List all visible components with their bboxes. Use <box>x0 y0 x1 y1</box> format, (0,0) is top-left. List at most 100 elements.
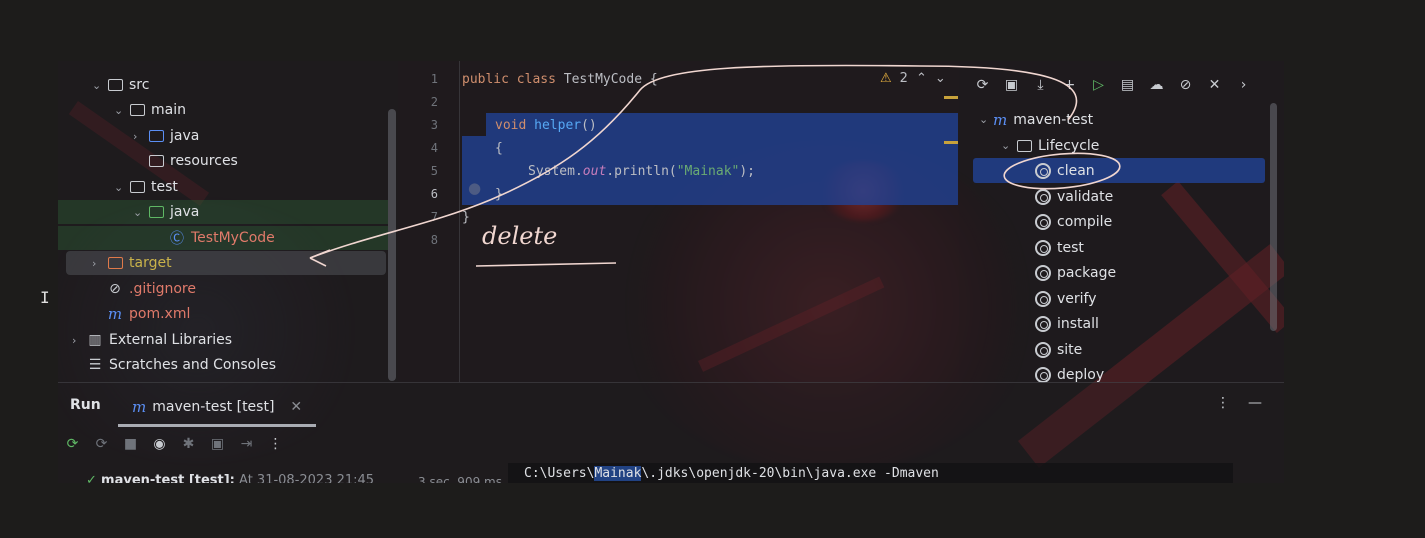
line-number: 4 <box>430 141 438 155</box>
maven-goal-compile[interactable]: compile <box>1035 209 1112 234</box>
maven-toolbar: ⟳ ▣ ⤓ + ▷ ▤ ☁ ⊘ ✕ › <box>973 71 1253 99</box>
chevron-down-icon[interactable]: ⌄ <box>1001 139 1015 152</box>
folder-icon <box>1015 139 1033 153</box>
run-tab-maven-test[interactable]: m maven-test [test] ✕ <box>118 389 317 427</box>
folder-icon <box>106 78 124 92</box>
class-icon: Ⓒ <box>170 231 184 247</box>
chevron-down-icon[interactable]: ⌄ <box>114 104 128 117</box>
line-number: 1 <box>430 72 438 86</box>
maven-goal-site[interactable]: site <box>1035 337 1082 362</box>
skip-tests-icon[interactable]: ⊘ <box>1176 76 1195 95</box>
chevron-down-icon[interactable]: ⌄ <box>935 71 946 86</box>
tree-item-main-java[interactable]: › java <box>133 124 199 148</box>
rerun-failed-icon[interactable]: ⟳ <box>93 435 110 452</box>
minimize-icon[interactable]: — <box>1248 395 1262 411</box>
tree-item-testmycode[interactable]: Ⓒ TestMyCode <box>58 226 388 250</box>
tree-item-test[interactable]: ⌄ test <box>114 175 178 199</box>
gear-icon <box>1035 366 1051 383</box>
gear-icon <box>1035 341 1051 358</box>
chevron-right-icon[interactable]: › <box>92 257 106 270</box>
maven-tool-window: ⟳ ▣ ⤓ + ▷ ▤ ☁ ⊘ ✕ › ⌄ m maven-test ⌄ Lif… <box>959 61 1284 383</box>
gear-icon <box>1035 315 1051 332</box>
tree-item-resources[interactable]: resources <box>147 149 238 173</box>
gear-icon <box>1035 239 1051 256</box>
more-icon[interactable]: › <box>1234 76 1253 95</box>
maven-icon: m <box>993 110 1008 129</box>
chevron-down-icon[interactable]: ⌄ <box>92 79 106 92</box>
chevron-down-icon[interactable]: ⌄ <box>133 206 147 219</box>
line-number: 2 <box>430 95 438 109</box>
line-gutter: 1 2 3 4 5 6 7 8 ● <box>398 61 481 382</box>
warning-count: 2 <box>899 71 908 86</box>
folder-icon <box>128 180 146 194</box>
tree-item-pom[interactable]: m pom.xml <box>106 302 190 326</box>
warning-marker[interactable] <box>944 96 958 99</box>
line-number: 8 <box>430 233 438 247</box>
tree-item-external-libraries[interactable]: › ▥ External Libraries <box>72 328 232 352</box>
chevron-down-icon[interactable]: ⌄ <box>114 181 128 194</box>
maven-goal-validate[interactable]: validate <box>1035 184 1113 209</box>
run-tool-window: Run m maven-test [test] ✕ ⋮ — ⟳ ⟳ ■ ◉ ✱ … <box>58 382 1284 483</box>
code-line-5: System.out.println("Mainak"); <box>528 164 756 179</box>
debug-icon[interactable]: ✱ <box>180 435 197 452</box>
tree-item-gitignore[interactable]: ⊘ .gitignore <box>106 277 196 301</box>
collapse-icon[interactable]: ✕ <box>1205 76 1224 95</box>
tree-item-target[interactable]: › target <box>66 251 386 275</box>
close-icon[interactable]: ✕ <box>290 399 302 415</box>
ignored-file-icon: ⊘ <box>109 281 121 297</box>
chevron-down-icon[interactable]: ⌄ <box>979 113 993 126</box>
chevron-up-icon[interactable]: ⌃ <box>916 71 927 86</box>
text-cursor-icon: I <box>40 288 50 307</box>
maven-goal-clean[interactable]: clean <box>973 158 1265 183</box>
more-icon[interactable]: ⋮ <box>267 435 284 452</box>
tree-item-src[interactable]: ⌄ src <box>92 73 149 97</box>
tree-item-scratches[interactable]: ☰ Scratches and Consoles <box>86 353 276 377</box>
more-options-icon[interactable]: ⋮ <box>1216 395 1230 411</box>
warning-marker[interactable] <box>944 141 958 144</box>
warning-icon: ⚠ <box>880 71 892 86</box>
maven-goal-package[interactable]: package <box>1035 260 1116 285</box>
code-line-4: { <box>495 141 503 156</box>
gear-icon <box>1035 264 1051 281</box>
line-number: 6 <box>430 187 438 201</box>
add-project-icon[interactable]: ▣ <box>1002 76 1021 95</box>
maven-goal-install[interactable]: install <box>1035 311 1099 336</box>
line-number: 3 <box>430 118 438 132</box>
tree-scrollbar[interactable] <box>388 109 396 381</box>
code-editor[interactable]: 1 2 3 4 5 6 7 8 ● public class TestMyCod… <box>398 61 959 382</box>
gear-icon <box>1035 162 1051 179</box>
libraries-icon: ▥ <box>88 332 102 348</box>
run-icon[interactable]: ▷ <box>1089 76 1108 95</box>
maven-goal-verify[interactable]: verify <box>1035 286 1097 311</box>
gear-icon <box>1035 213 1051 230</box>
download-icon[interactable]: ⤓ <box>1031 76 1050 95</box>
stop-icon[interactable]: ■ <box>122 435 139 452</box>
offline-icon[interactable]: ☁ <box>1147 76 1166 95</box>
maven-lifecycle-node[interactable]: ⌄ Lifecycle <box>1001 133 1099 158</box>
camera-icon[interactable]: ▣ <box>209 435 226 452</box>
maven-scrollbar[interactable] <box>1270 103 1277 331</box>
code-line-7: } <box>462 210 470 225</box>
run-tree-item[interactable]: ✓ maven-test [test]: At 31-08-2023 21:45 <box>86 473 374 483</box>
maven-icon: m <box>132 397 147 416</box>
reload-icon[interactable]: ⟳ <box>973 76 992 95</box>
chevron-right-icon[interactable]: › <box>72 334 86 347</box>
tree-item-main[interactable]: ⌄ main <box>114 98 186 122</box>
eye-icon[interactable]: ◉ <box>151 435 168 452</box>
rerun-icon[interactable]: ⟳ <box>64 435 81 452</box>
maven-project-node[interactable]: ⌄ m maven-test <box>979 107 1093 132</box>
tree-item-test-java[interactable]: ⌄ java <box>58 200 388 224</box>
code-line-3: void helper() <box>495 118 597 133</box>
code-line-1: public class TestMyCode { <box>462 72 658 87</box>
export-icon[interactable]: ⇥ <box>238 435 255 452</box>
chevron-right-icon[interactable]: › <box>133 130 147 143</box>
console-output[interactable]: C:\Users\Mainak\.jdks\openjdk-20\bin\jav… <box>508 463 1233 483</box>
maven-goal-test[interactable]: test <box>1035 235 1084 260</box>
project-tree-panel: ⌄ src ⌄ main › java resources ⌄ test ⌄ j… <box>58 61 398 382</box>
add-icon[interactable]: + <box>1060 76 1079 95</box>
excluded-folder-icon <box>106 256 124 270</box>
line-number: 5 <box>430 164 438 178</box>
execute-goal-icon[interactable]: ▤ <box>1118 76 1137 95</box>
inspection-widget[interactable]: ⚠ 2 ⌃ ⌄ <box>880 71 946 86</box>
gear-icon <box>1035 188 1051 205</box>
